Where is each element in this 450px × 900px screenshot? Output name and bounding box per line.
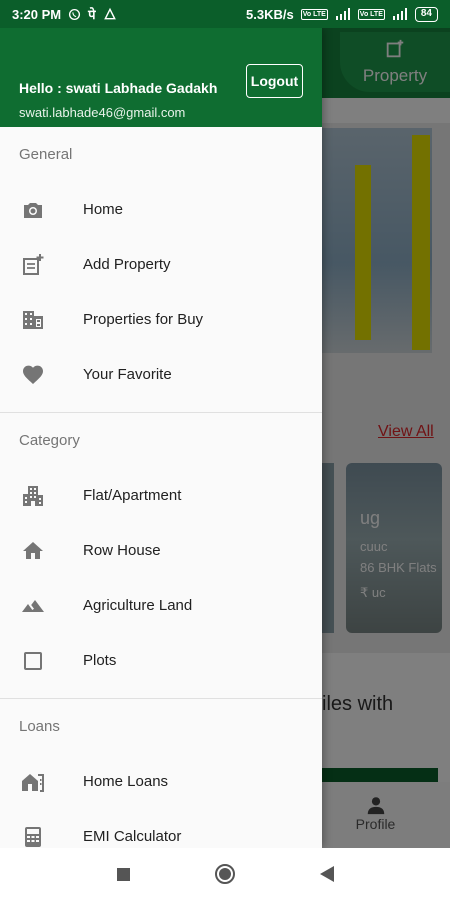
menu-label: Home xyxy=(83,201,124,218)
calculator-icon xyxy=(0,825,83,849)
section-title-loans: Loans xyxy=(19,718,60,735)
menu-label: Properties for Buy xyxy=(83,311,204,328)
whatsapp-icon xyxy=(68,8,81,21)
checkbox-icon xyxy=(0,649,83,673)
heart-icon xyxy=(0,363,83,387)
camera-icon xyxy=(0,198,83,222)
menu-item-agriculture-land[interactable]: Agriculture Land xyxy=(0,578,322,633)
menu-item-row-house[interactable]: Row House xyxy=(0,523,322,578)
menu-item-your-favorite[interactable]: Your Favorite xyxy=(0,347,322,402)
volte-icon: Vo LTE xyxy=(300,8,328,20)
volte-icon-2: Vo LTE xyxy=(357,8,385,20)
signal-icon xyxy=(335,8,351,20)
navigation-drawer: Hello : swati Labhade Gadakh swati.labha… xyxy=(0,28,322,848)
status-right: 5.3KB/s Vo LTE Vo LTE 84 xyxy=(246,6,438,22)
menu-label: Your Favorite xyxy=(83,366,172,383)
app-notification-icon xyxy=(103,7,117,21)
status-time: 3:20 PM xyxy=(12,6,62,22)
menu-item-home[interactable]: Home xyxy=(0,182,322,237)
circle-icon xyxy=(215,864,235,884)
back-triangle-icon xyxy=(320,866,334,882)
menu-label: Row House xyxy=(83,542,161,559)
menu-label: EMI Calculator xyxy=(83,828,182,845)
menu-item-emi-calculator[interactable]: EMI Calculator xyxy=(0,809,322,848)
network-speed: 5.3KB/s xyxy=(246,6,294,22)
logout-button[interactable]: Logout xyxy=(246,64,303,98)
menu-item-plots[interactable]: Plots xyxy=(0,633,322,688)
menu-label: Agriculture Land xyxy=(83,597,193,614)
home-button[interactable] xyxy=(213,862,237,886)
landscape-icon xyxy=(0,594,83,618)
menu-item-add-property[interactable]: Add Property xyxy=(0,237,322,292)
recents-button[interactable] xyxy=(111,862,135,886)
battery-indicator: 84 xyxy=(414,6,438,22)
user-email: swati.labhade46@gmail.com xyxy=(19,105,186,120)
apartment-icon xyxy=(0,484,83,508)
add-property-icon xyxy=(0,253,83,277)
square-icon xyxy=(116,867,130,881)
building-icon xyxy=(0,308,83,332)
drawer-header: Hello : swati Labhade Gadakh swati.labha… xyxy=(0,28,322,127)
system-nav-bar xyxy=(0,848,450,900)
menu-label: Add Property xyxy=(83,256,171,273)
signal-icon-2 xyxy=(392,8,408,20)
home-icon xyxy=(0,539,83,563)
section-title-category: Category xyxy=(19,432,80,449)
status-left: 3:20 PM पे xyxy=(12,5,117,23)
menu-label: Flat/Apartment xyxy=(83,487,182,504)
menu-label: Plots xyxy=(83,652,117,669)
section-title-general: General xyxy=(19,146,73,163)
menu-item-properties-for-buy[interactable]: Properties for Buy xyxy=(0,292,322,347)
menu-item-home-loans[interactable]: Home Loans xyxy=(0,754,322,809)
status-bar: 3:20 PM पे 5.3KB/s Vo LTE Vo LTE 84 xyxy=(0,0,450,28)
menu-item-flat-apartment[interactable]: Flat/Apartment xyxy=(0,468,322,523)
home-loan-icon xyxy=(0,770,83,794)
menu-label: Home Loans xyxy=(83,773,169,790)
back-button[interactable] xyxy=(315,862,339,886)
user-greeting: Hello : swati Labhade Gadakh xyxy=(19,80,218,96)
status-glyph: पे xyxy=(88,7,96,22)
